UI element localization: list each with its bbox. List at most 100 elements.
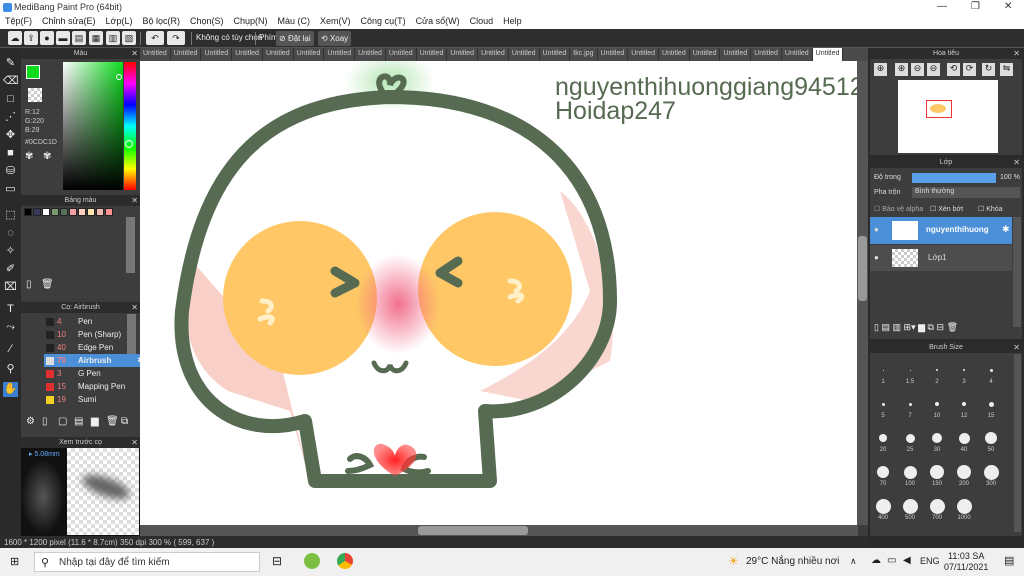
close-icon[interactable]: ✕ bbox=[131, 302, 138, 313]
rotate-button[interactable]: ⟲ Xoay bbox=[318, 31, 352, 46]
eraser-tool-icon[interactable]: ⌫ bbox=[3, 74, 19, 89]
foreground-color-swatch[interactable] bbox=[26, 65, 40, 79]
document-tab[interactable]: Untitled bbox=[140, 48, 171, 61]
palette-remove-icon[interactable]: ✾ bbox=[43, 151, 55, 163]
eye-icon[interactable]: ● bbox=[874, 253, 879, 262]
brush-size-dot[interactable] bbox=[935, 402, 939, 406]
fill-shape-icon[interactable]: ■ bbox=[3, 146, 18, 161]
brush-item[interactable]: 3 G Pen bbox=[44, 367, 147, 380]
zoom-in-icon[interactable]: ⊕ bbox=[895, 63, 908, 76]
brush-size-dot[interactable] bbox=[902, 498, 918, 514]
zoom-out-icon[interactable]: ⊖ bbox=[911, 63, 924, 76]
brush-item[interactable]: 19 Sumi bbox=[44, 393, 147, 406]
brush-size-dot[interactable] bbox=[983, 464, 999, 480]
brush-size-dot[interactable] bbox=[877, 466, 889, 478]
clipping-checkbox[interactable]: ☐ Xén bớt bbox=[930, 205, 963, 213]
close-icon[interactable]: ✕ bbox=[1013, 48, 1020, 59]
menu-help[interactable]: Help bbox=[498, 15, 527, 29]
volume-icon[interactable]: ◀ bbox=[903, 555, 911, 566]
palette-swatch[interactable] bbox=[69, 208, 77, 216]
brush-size-dot[interactable] bbox=[932, 433, 942, 443]
brush-size-dot[interactable] bbox=[985, 432, 997, 444]
page-icon[interactable]: ▤ bbox=[72, 31, 86, 45]
gradient-tool-icon[interactable]: ▭ bbox=[3, 182, 18, 197]
new-palette-icon[interactable]: ▯ bbox=[26, 279, 32, 290]
battery-icon[interactable]: ▭ bbox=[887, 555, 896, 566]
medibang-taskbar-icon[interactable] bbox=[304, 553, 320, 569]
close-icon[interactable]: ✕ bbox=[131, 437, 138, 448]
canvas-horizontal-scrollbar[interactable] bbox=[140, 525, 858, 536]
palette-swatch[interactable] bbox=[42, 208, 50, 216]
document-tab[interactable]: Untitled bbox=[659, 48, 690, 61]
eye-icon[interactable]: ● bbox=[874, 225, 879, 234]
brush-size-dot[interactable] bbox=[963, 369, 965, 371]
redo-icon[interactable]: ↷ bbox=[167, 31, 185, 45]
document-tab[interactable]: Untitled bbox=[540, 48, 571, 61]
new-8bit-layer-icon[interactable]: ▥ bbox=[893, 322, 902, 332]
palette-swatch[interactable] bbox=[33, 208, 41, 216]
brush-size-dot[interactable] bbox=[908, 402, 912, 406]
rotate-right-icon[interactable]: ⟳ bbox=[963, 63, 976, 76]
close-icon[interactable]: ✕ bbox=[131, 195, 138, 206]
dot-tool-icon[interactable]: ⋰ bbox=[3, 110, 18, 125]
palette-swatch[interactable] bbox=[87, 208, 95, 216]
palette-swatch[interactable] bbox=[51, 208, 59, 216]
task-view-icon[interactable]: ⊟ bbox=[272, 554, 282, 568]
menu-view[interactable]: Xem(V) bbox=[315, 15, 356, 29]
operation-tool-icon[interactable]: ⤳ bbox=[3, 320, 18, 335]
select-tool-icon[interactable]: ⬚ bbox=[3, 208, 18, 223]
close-icon[interactable]: ✕ bbox=[1013, 342, 1020, 353]
brush-size-dot[interactable] bbox=[930, 465, 944, 479]
document-tab[interactable]: Untitled bbox=[509, 48, 540, 61]
move-tool-icon[interactable]: ✥ bbox=[3, 128, 18, 143]
close-icon[interactable]: ✕ bbox=[1013, 157, 1020, 168]
document-tab[interactable]: Untitled bbox=[447, 48, 479, 61]
brush-item[interactable]: 15 Mapping Pen bbox=[44, 380, 147, 393]
brush-size-dot[interactable] bbox=[882, 369, 884, 371]
comment-icon[interactable]: ● bbox=[40, 31, 54, 45]
layer-settings-icon[interactable]: ✱ bbox=[1002, 224, 1010, 235]
brush-size-dot[interactable] bbox=[989, 368, 993, 372]
brush-size-dot[interactable] bbox=[957, 465, 971, 479]
select-pen-icon[interactable]: ✐ bbox=[3, 262, 18, 277]
brush-size-dot[interactable] bbox=[875, 498, 891, 514]
maximize-button[interactable]: ❐ bbox=[971, 1, 980, 12]
share-icon[interactable]: ⇪ bbox=[24, 31, 38, 45]
reset-button[interactable]: ⊘ Đặt lại bbox=[276, 31, 314, 46]
brush-size-scrollbar[interactable] bbox=[1014, 354, 1021, 532]
menu-color[interactable]: Màu (C) bbox=[273, 15, 316, 29]
lasso-tool-icon[interactable]: ◌ bbox=[3, 226, 18, 241]
delete-layer-icon[interactable]: 🗑 bbox=[947, 322, 958, 332]
brush-size-dot[interactable] bbox=[929, 498, 945, 514]
palette-scrollbar[interactable] bbox=[126, 217, 135, 273]
palette-swatch[interactable] bbox=[78, 208, 86, 216]
weather-text[interactable]: 29°C Nắng nhiều nơi bbox=[746, 556, 839, 567]
chrome-taskbar-icon[interactable] bbox=[337, 553, 353, 569]
document-tab[interactable]: Untitled bbox=[628, 48, 659, 61]
language-indicator[interactable]: ENG bbox=[920, 556, 940, 566]
palette-add-icon[interactable]: ✾ bbox=[25, 151, 37, 163]
grid-icon[interactable]: ▦ bbox=[89, 31, 103, 45]
flip-icon[interactable]: ⇋ bbox=[1000, 63, 1013, 76]
canvas-vertical-scrollbar[interactable] bbox=[857, 61, 868, 525]
clock[interactable]: 11:03 SA 07/11/2021 bbox=[944, 551, 988, 573]
document-tab[interactable]: Untitled bbox=[386, 48, 417, 61]
delete-brush-icon[interactable]: 🗑 bbox=[106, 416, 119, 427]
brush-size-dot[interactable] bbox=[881, 402, 885, 406]
document-tab[interactable]: Untitled bbox=[690, 48, 721, 61]
divide-tool-icon[interactable]: ∕ bbox=[3, 342, 18, 357]
new-brush-icon[interactable]: ▯ bbox=[42, 416, 48, 427]
protect-alpha-checkbox[interactable]: ☐ Bảo vệ alpha bbox=[874, 205, 923, 213]
layer-row-selected[interactable]: ● nguyenthihuong ✱ bbox=[870, 217, 1012, 244]
grid-settings-icon[interactable]: ▥ bbox=[106, 31, 120, 45]
hand-tool-icon[interactable]: ✋ bbox=[3, 382, 18, 397]
menu-edit[interactable]: Chỉnh sửa(E) bbox=[37, 15, 101, 29]
folder-icon[interactable]: ▆ bbox=[91, 416, 99, 427]
document-tab[interactable]: Untitled bbox=[812, 48, 844, 61]
tray-chevron-icon[interactable]: ∧ bbox=[850, 556, 857, 567]
menu-layer[interactable]: Lớp(L) bbox=[101, 15, 138, 29]
close-icon[interactable]: ✕ bbox=[131, 48, 138, 59]
menu-tools[interactable]: Công cụ(T) bbox=[356, 15, 411, 29]
text-tool-icon[interactable]: T bbox=[3, 302, 18, 317]
document-tab[interactable]: Untitled bbox=[355, 48, 386, 61]
